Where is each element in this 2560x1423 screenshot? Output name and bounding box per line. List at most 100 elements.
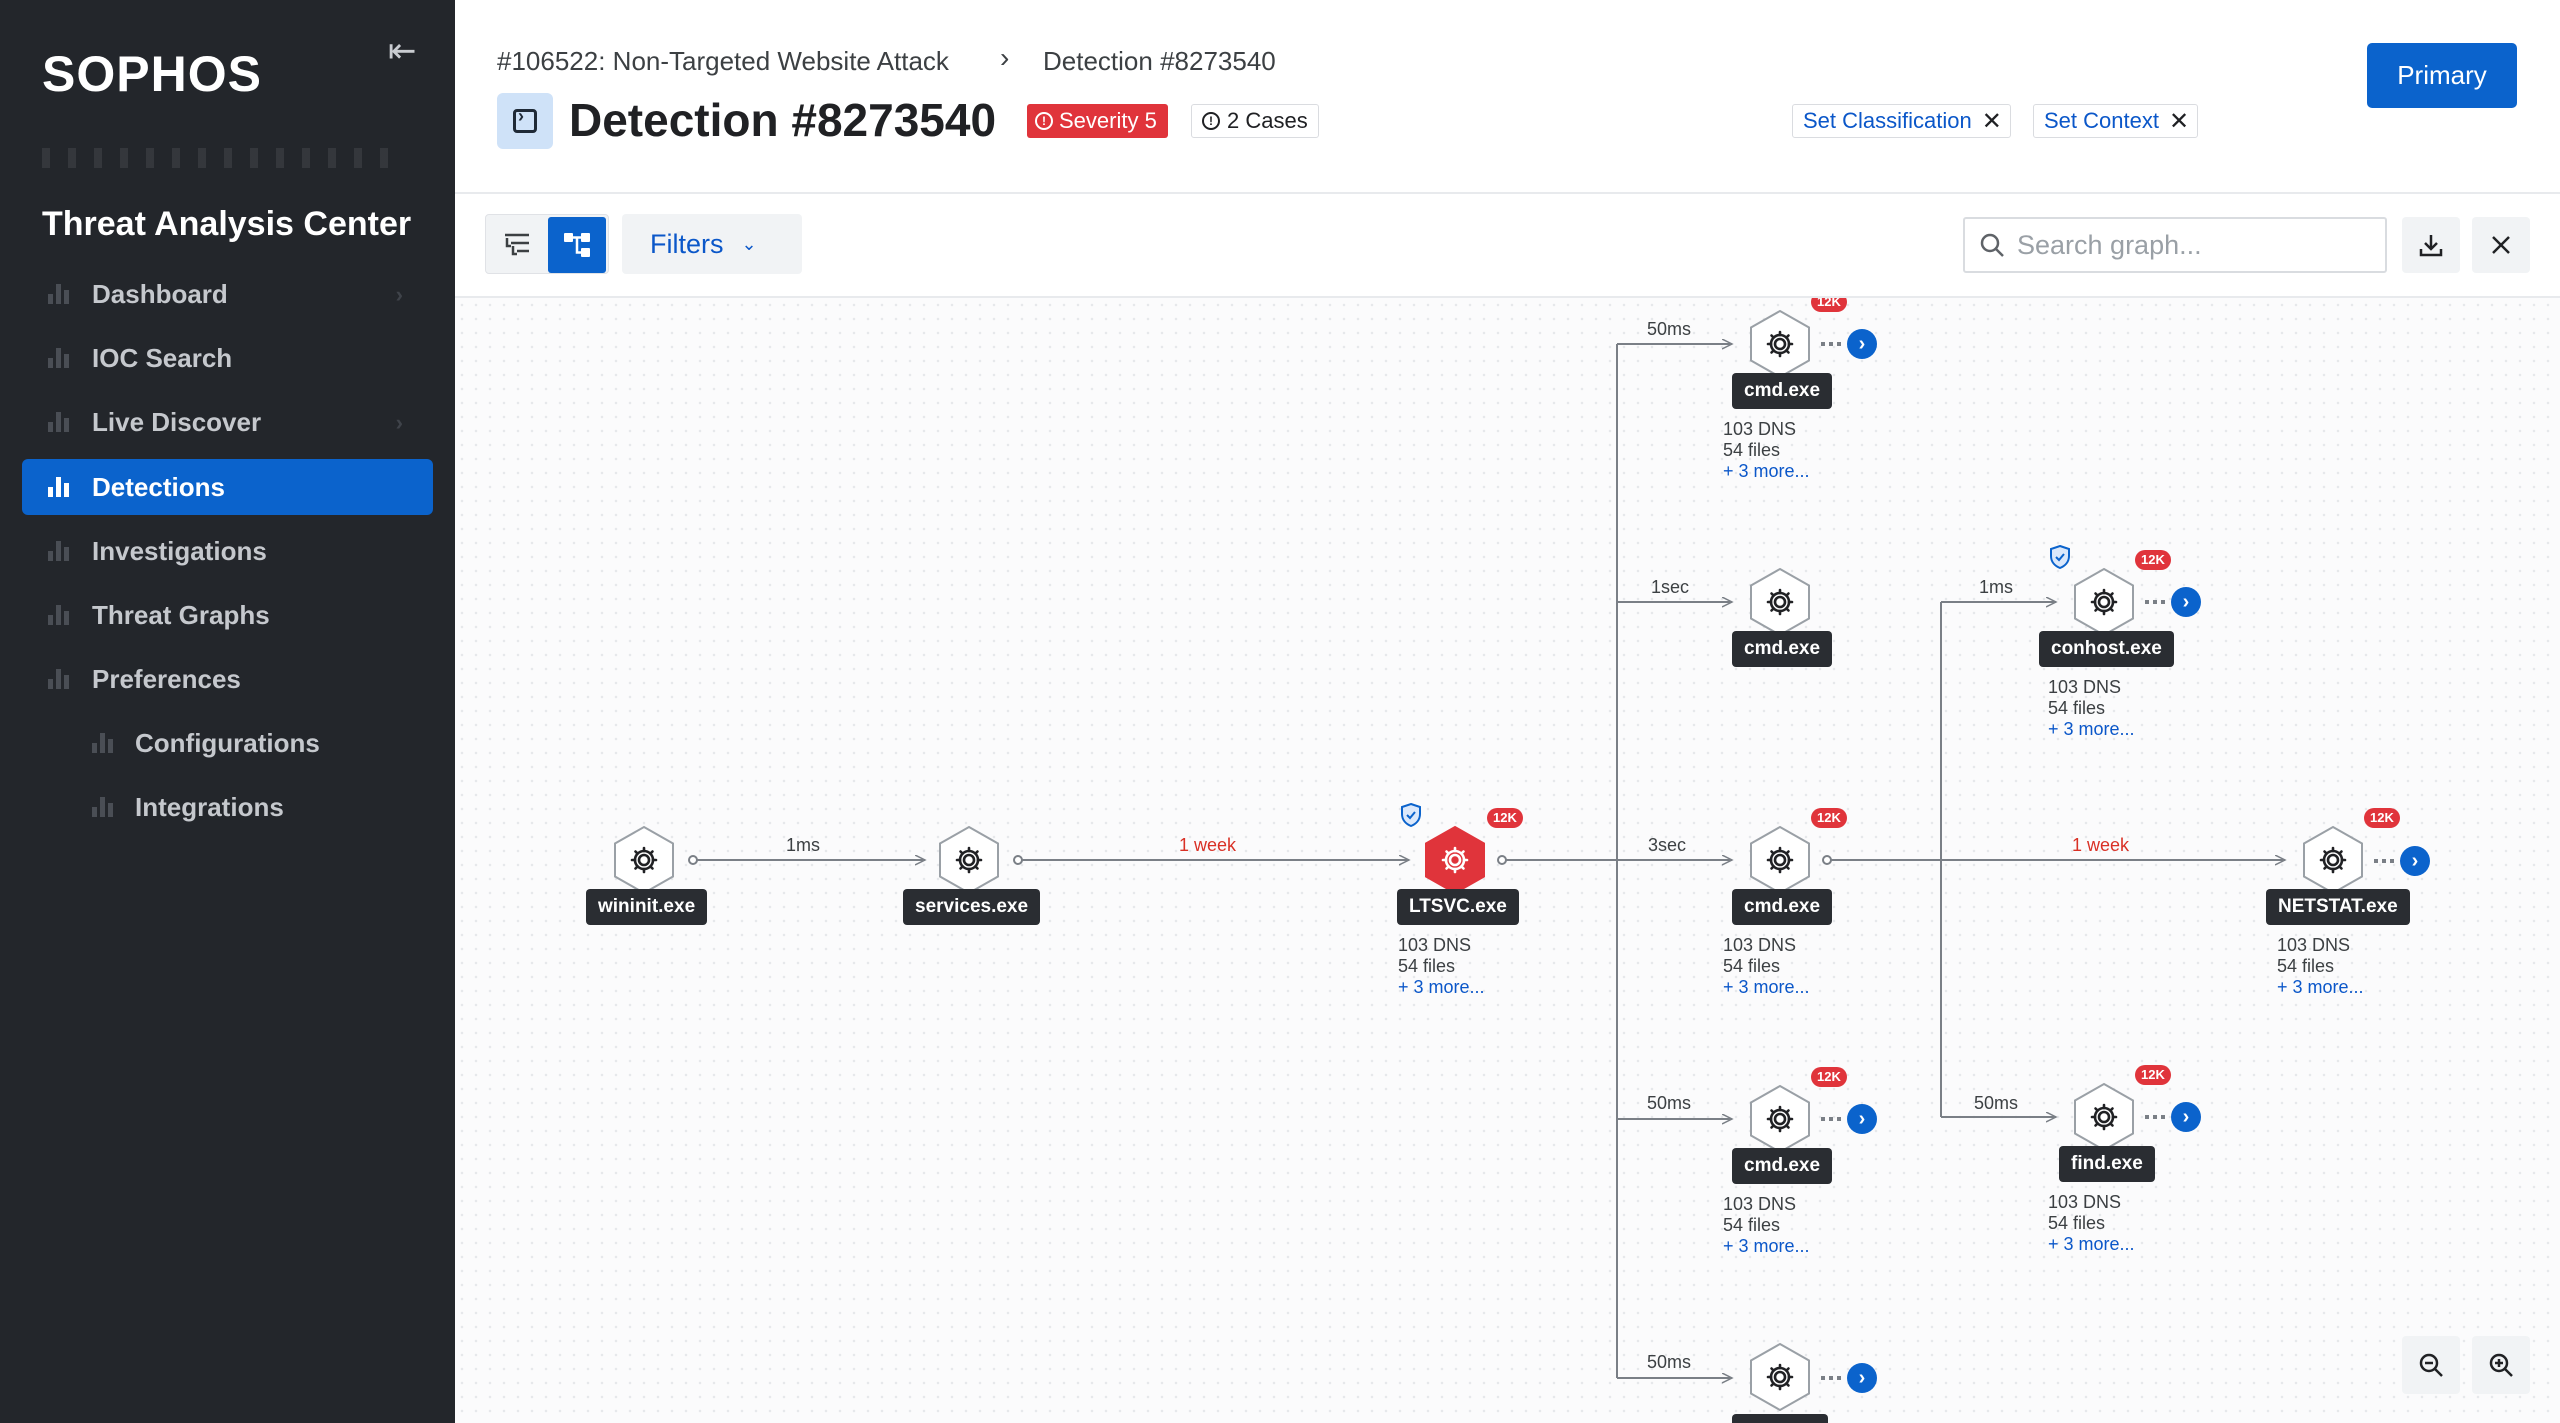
- file-count: 54 files: [2048, 1213, 2106, 1233]
- close-icon: [2492, 236, 2510, 254]
- sidebar-item-integrations[interactable]: Integrations: [22, 779, 433, 835]
- process-meta: 103 DNS 54 files + 3 more...: [1723, 1194, 1810, 1257]
- more-link[interactable]: + 3 more...: [2277, 977, 2364, 998]
- sidebar-item-threat-graphs[interactable]: Threat Graphs: [22, 587, 433, 643]
- sidebar-item-label: Investigations: [92, 535, 267, 566]
- graph-edges: [688, 298, 2560, 1423]
- process-label[interactable]: cmd.exe: [1732, 631, 1833, 667]
- sidebar-item-label: Detections: [92, 471, 225, 502]
- process-label[interactable]: cmd.exe: [1732, 889, 1833, 925]
- expand-node-button[interactable]: ›: [2171, 1102, 2201, 1132]
- zoom-out-button[interactable]: [2402, 1336, 2460, 1394]
- process-label[interactable]: cmd.exe: [1732, 1148, 1833, 1184]
- more-link[interactable]: + 3 more...: [1723, 1236, 1810, 1257]
- set-classification-chip[interactable]: Set Classification ✕: [1792, 104, 2011, 138]
- edge-label: 1ms: [1979, 577, 2014, 597]
- sidebar-item-dashboard[interactable]: Dashboard ›: [22, 266, 433, 322]
- sidebar-item-ioc-search[interactable]: IOC Search: [22, 330, 433, 386]
- chevron-right-icon: ›: [395, 282, 403, 307]
- event-count-badge: 12K: [2135, 1065, 2171, 1085]
- process-node-cmd-second[interactable]: [1748, 567, 1812, 637]
- edge-label: 1 week: [2072, 835, 2130, 855]
- zoom-in-button[interactable]: [2472, 1336, 2530, 1394]
- more-link[interactable]: + 3 more...: [1723, 977, 1810, 998]
- dns-count: 103 DNS: [1723, 935, 1797, 955]
- close-icon[interactable]: ✕: [2169, 107, 2189, 136]
- sidebar-item-investigations[interactable]: Investigations: [22, 523, 433, 579]
- process-label[interactable]: services.exe: [903, 889, 1041, 925]
- expand-node-button[interactable]: ›: [2400, 846, 2430, 876]
- process-label[interactable]: LTSVC.exe: [1397, 889, 1519, 925]
- process-node-services[interactable]: [937, 825, 1001, 895]
- cases-badge[interactable]: ! 2 Cases: [1191, 104, 1319, 138]
- close-icon[interactable]: ✕: [1982, 107, 2002, 136]
- tree-list-icon: [505, 233, 529, 256]
- process-label[interactable]: wininit.exe: [586, 889, 708, 925]
- process-node-cmd-fourth[interactable]: [1748, 1084, 1812, 1154]
- sidebar-item-configurations[interactable]: Configurations: [22, 715, 433, 771]
- process-label[interactable]: cmd.exe: [1732, 373, 1833, 409]
- filters-label: Filters: [650, 228, 724, 259]
- process-node-cmd-mid[interactable]: [1748, 825, 1812, 895]
- process-node-cmd-top[interactable]: [1748, 309, 1812, 379]
- dns-count: 103 DNS: [2277, 935, 2351, 955]
- process-meta: 103 DNS 54 files + 3 more...: [2277, 935, 2364, 998]
- sidebar-item-preferences[interactable]: Preferences: [22, 651, 433, 707]
- search-icon: [1980, 233, 2004, 257]
- list-view-button[interactable]: [488, 217, 546, 273]
- expand-node-button[interactable]: ›: [1847, 329, 1877, 359]
- process-label-truncated[interactable]: [1732, 1414, 1828, 1423]
- edge-label: 1ms: [786, 835, 821, 855]
- edge-origin-dot: [1822, 855, 1832, 865]
- process-node-conhost[interactable]: [2072, 567, 2136, 637]
- process-meta: 103 DNS 54 files + 3 more...: [2048, 1192, 2135, 1255]
- expand-connector: [2145, 600, 2169, 604]
- bar-chart-icon: [48, 284, 70, 304]
- expand-connector: [2145, 1115, 2169, 1119]
- chevron-right-icon: ›: [395, 410, 403, 435]
- process-node-ltsvc[interactable]: [1423, 825, 1487, 895]
- page-title: Detection #8273540: [569, 94, 997, 146]
- zoom-in-icon: [2489, 1353, 2513, 1377]
- breadcrumb-case[interactable]: #106522: Non-Targeted Website Attack: [497, 46, 949, 77]
- search-box[interactable]: [1963, 217, 2387, 273]
- process-label[interactable]: conhost.exe: [2039, 631, 2174, 667]
- process-node-wininit[interactable]: [612, 825, 676, 895]
- more-link[interactable]: + 3 more...: [1398, 977, 1485, 998]
- file-count: 54 files: [1723, 1215, 1781, 1235]
- process-meta: 103 DNS 54 files + 3 more...: [1723, 935, 1810, 998]
- filters-dropdown[interactable]: Filters ⌄: [622, 214, 802, 274]
- terminal-icon: ›: [497, 93, 553, 149]
- set-context-chip[interactable]: Set Context ✕: [2033, 104, 2199, 138]
- expand-node-button[interactable]: ›: [2171, 587, 2201, 617]
- download-button[interactable]: [2402, 217, 2460, 273]
- process-meta: 103 DNS 54 files + 3 more...: [2048, 677, 2135, 740]
- collapse-sidebar-icon[interactable]: ⇤: [388, 34, 424, 68]
- threat-graph-canvas[interactable]: 1ms 1 week 50ms 1sec 3sec 50ms 50ms 1ms …: [455, 298, 2560, 1423]
- more-link[interactable]: + 3 more...: [2048, 719, 2135, 740]
- process-node-cmd-bottom[interactable]: [1748, 1342, 1812, 1412]
- sidebar-item-detections[interactable]: Detections: [22, 459, 433, 515]
- more-link[interactable]: + 3 more...: [1723, 461, 1810, 482]
- primary-button[interactable]: Primary: [2367, 43, 2517, 108]
- edge-label: 3sec: [1648, 835, 1687, 855]
- graph-view-button[interactable]: [548, 217, 606, 273]
- bar-chart-icon: [48, 541, 70, 561]
- chip-label: Set Classification: [1803, 108, 1972, 133]
- edge-label: 50ms: [1647, 1093, 1692, 1113]
- expand-node-button[interactable]: ›: [1847, 1104, 1877, 1134]
- more-link[interactable]: + 3 more...: [2048, 1234, 2135, 1255]
- expand-node-button[interactable]: ›: [1847, 1363, 1877, 1393]
- breadcrumb-separator: ›: [1000, 42, 1010, 73]
- dns-count: 103 DNS: [1723, 1194, 1797, 1214]
- process-node-find[interactable]: [2072, 1082, 2136, 1152]
- cases-label: 2 Cases: [1227, 108, 1308, 133]
- process-node-netstat[interactable]: [2301, 825, 2365, 895]
- search-input[interactable]: [2017, 229, 2377, 261]
- process-label[interactable]: find.exe: [2059, 1146, 2155, 1182]
- dns-count: 103 DNS: [2048, 1192, 2122, 1212]
- sidebar-item-label: IOC Search: [92, 342, 233, 373]
- close-graph-button[interactable]: [2472, 217, 2530, 273]
- process-label[interactable]: NETSTAT.exe: [2266, 889, 2410, 925]
- sidebar-item-live-discover[interactable]: Live Discover ›: [22, 394, 433, 450]
